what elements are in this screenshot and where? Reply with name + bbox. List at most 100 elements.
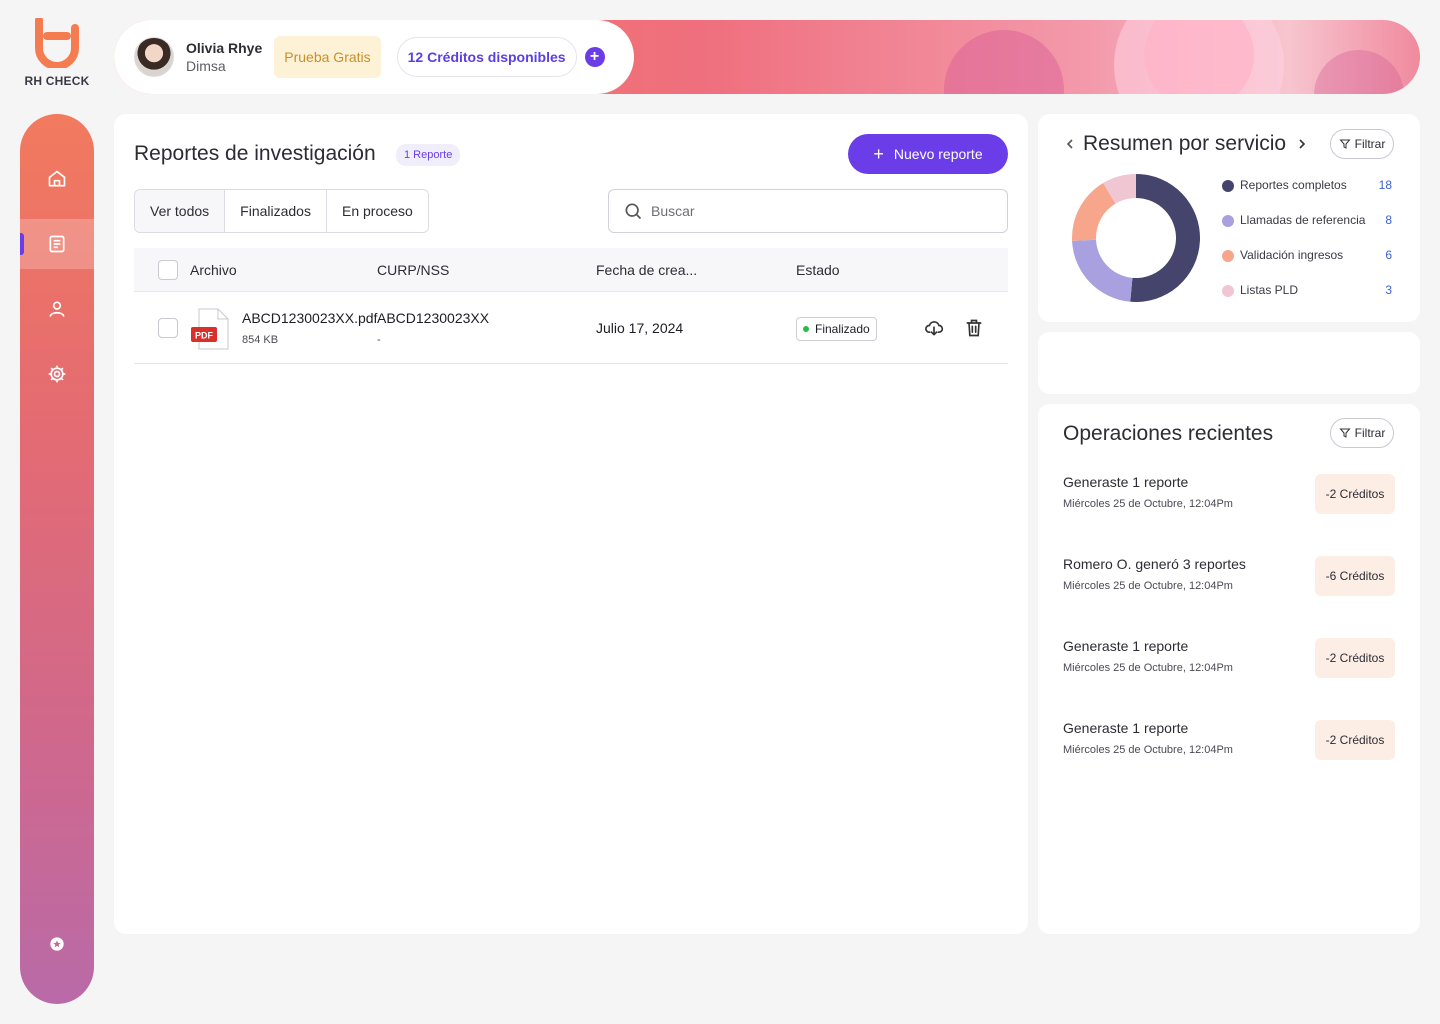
plus-icon: +: [873, 143, 884, 164]
column-status: Estado: [796, 262, 840, 278]
search-box: [608, 189, 1008, 233]
operation-title: Generaste 1 reporte: [1063, 474, 1189, 490]
sidebar-item-reports[interactable]: [20, 219, 94, 269]
service-donut-chart: [1072, 174, 1200, 302]
download-icon[interactable]: [924, 318, 944, 338]
summary-filter-button[interactable]: Filtrar: [1330, 129, 1394, 159]
rh-check-logo-icon: [35, 18, 79, 68]
donut-slice: [1072, 239, 1133, 302]
operation-title: Generaste 1 reporte: [1063, 638, 1189, 654]
recent-operations-card: Operaciones recientes Filtrar Generaste …: [1038, 404, 1420, 934]
service-summary-card: Resumen por servicio Filtrar Reportes co…: [1038, 114, 1420, 322]
file-name[interactable]: ABCD1230023XX.pdf: [242, 310, 377, 326]
new-report-label: Nuevo reporte: [893, 146, 983, 162]
table-row[interactable]: PDF ABCD1230023XX.pdf 854 KB ABCD1230023…: [134, 292, 1008, 364]
operations-title: Operaciones recientes: [1063, 422, 1274, 445]
report-count-badge: 1 Reporte: [396, 144, 461, 166]
row-checkbox[interactable]: [158, 318, 178, 338]
star-icon: [50, 937, 64, 951]
operation-date: Miércoles 25 de Octubre, 12:04Pm: [1063, 662, 1233, 674]
operation-credits-badge: -2 Créditos: [1315, 720, 1395, 760]
trash-icon[interactable]: [964, 318, 984, 338]
created-date: Julio 17, 2024: [596, 320, 684, 336]
legend-dot: [1222, 250, 1234, 262]
legend-dot: [1222, 180, 1234, 192]
tab-finished[interactable]: Finalizados: [225, 190, 327, 232]
status-dot: [803, 326, 809, 332]
summary-legend: Reportes completos 18 Llamadas de referenc…: [1222, 176, 1392, 316]
search-input[interactable]: [651, 203, 971, 219]
tab-in-progress[interactable]: En proceso: [326, 190, 428, 232]
legend-value: 8: [1385, 213, 1392, 227]
tab-all[interactable]: Ver todos: [135, 190, 226, 232]
operation-credits-badge: -2 Créditos: [1315, 638, 1395, 678]
summary-filter-label: Filtrar: [1354, 137, 1386, 151]
document-icon: [49, 235, 65, 253]
chevron-left-icon[interactable]: [1064, 136, 1076, 152]
sidebar-item-users[interactable]: [20, 284, 94, 334]
status-badge: Finalizado: [796, 317, 877, 341]
user-company: Dimsa: [186, 58, 226, 74]
home-icon: [48, 170, 66, 187]
operation-title: Romero O. generó 3 reportes: [1063, 556, 1246, 572]
operation-item: Generaste 1 reporte Miércoles 25 de Octu…: [1063, 474, 1395, 534]
curp-value: ABCD1230023XX: [377, 310, 490, 326]
legend-item: Listas PLD 3: [1222, 281, 1392, 316]
sidebar-item-favorites[interactable]: [20, 919, 94, 969]
legend-label: Validación ingresos: [1240, 248, 1344, 262]
empty-card: [1038, 332, 1420, 394]
file-type-label: PDF: [195, 331, 214, 341]
chevron-right-icon[interactable]: [1296, 136, 1308, 152]
credits-label: 12 Créditos disponibles: [407, 49, 566, 65]
table-header: Archivo CURP/NSS Fecha de crea... Estado: [134, 248, 1008, 292]
operation-date: Miércoles 25 de Octubre, 12:04Pm: [1063, 580, 1233, 592]
column-date: Fecha de crea...: [596, 262, 698, 278]
banner-decoration: [944, 30, 1064, 94]
filter-icon: [1339, 428, 1351, 438]
legend-label: Llamadas de referencia: [1240, 213, 1366, 227]
user-name: Olivia Rhye: [186, 40, 263, 56]
operation-title: Generaste 1 reporte: [1063, 720, 1189, 736]
trial-badge: Prueba Gratis: [274, 36, 381, 78]
pdf-file-icon: PDF: [191, 308, 229, 350]
brand-name: RH CHECK: [24, 74, 90, 88]
filter-icon: [1339, 139, 1351, 149]
operation-item: Generaste 1 reporte Miércoles 25 de Octu…: [1063, 638, 1395, 698]
legend-label: Reportes completos: [1240, 178, 1347, 192]
search-icon: [625, 203, 642, 220]
legend-value: 3: [1385, 283, 1392, 297]
filter-tabs: Ver todos Finalizados En proceso: [134, 189, 429, 233]
user-icon: [49, 301, 65, 317]
credits-pill: 12 Créditos disponibles: [396, 37, 577, 77]
add-credits-button[interactable]: +: [584, 47, 605, 67]
operation-credits-badge: -2 Créditos: [1315, 474, 1395, 514]
user-header: Olivia Rhye Dimsa Prueba Gratis 12 Crédi…: [114, 20, 634, 94]
operation-item: Generaste 1 reporte Miércoles 25 de Octu…: [1063, 720, 1395, 780]
legend-item: Validación ingresos 6: [1222, 246, 1392, 281]
brand-logo: RH CHECK: [24, 18, 90, 88]
file-size: 854 KB: [242, 334, 279, 346]
legend-item: Reportes completos 18: [1222, 176, 1392, 211]
avatar[interactable]: [134, 37, 174, 77]
operations-filter-label: Filtrar: [1354, 426, 1386, 440]
summary-title: Resumen por servicio: [1083, 132, 1287, 155]
legend-item: Llamadas de referencia 8: [1222, 211, 1392, 246]
operations-filter-button[interactable]: Filtrar: [1330, 418, 1394, 448]
nss-value: -: [377, 334, 381, 346]
top-banner: Olivia Rhye Dimsa Prueba Gratis 12 Crédi…: [114, 20, 1420, 94]
sidebar-item-home[interactable]: [20, 154, 94, 204]
legend-dot: [1222, 285, 1234, 297]
operation-date: Miércoles 25 de Octubre, 12:04Pm: [1063, 498, 1233, 510]
legend-value: 18: [1378, 178, 1392, 192]
select-all-checkbox[interactable]: [158, 260, 178, 280]
operation-date: Miércoles 25 de Octubre, 12:04Pm: [1063, 744, 1233, 756]
user-info: Olivia Rhye Dimsa: [186, 40, 262, 74]
legend-label: Listas PLD: [1240, 283, 1299, 297]
operation-item: Romero O. generó 3 reportes Miércoles 25…: [1063, 556, 1395, 616]
gear-icon: [48, 365, 66, 383]
operation-credits-badge: -6 Créditos: [1315, 556, 1395, 596]
sidebar-item-settings[interactable]: [20, 349, 94, 399]
new-report-button[interactable]: + Nuevo reporte: [848, 134, 1008, 174]
column-file: Archivo: [190, 262, 237, 278]
status-label: Finalizado: [815, 322, 870, 336]
